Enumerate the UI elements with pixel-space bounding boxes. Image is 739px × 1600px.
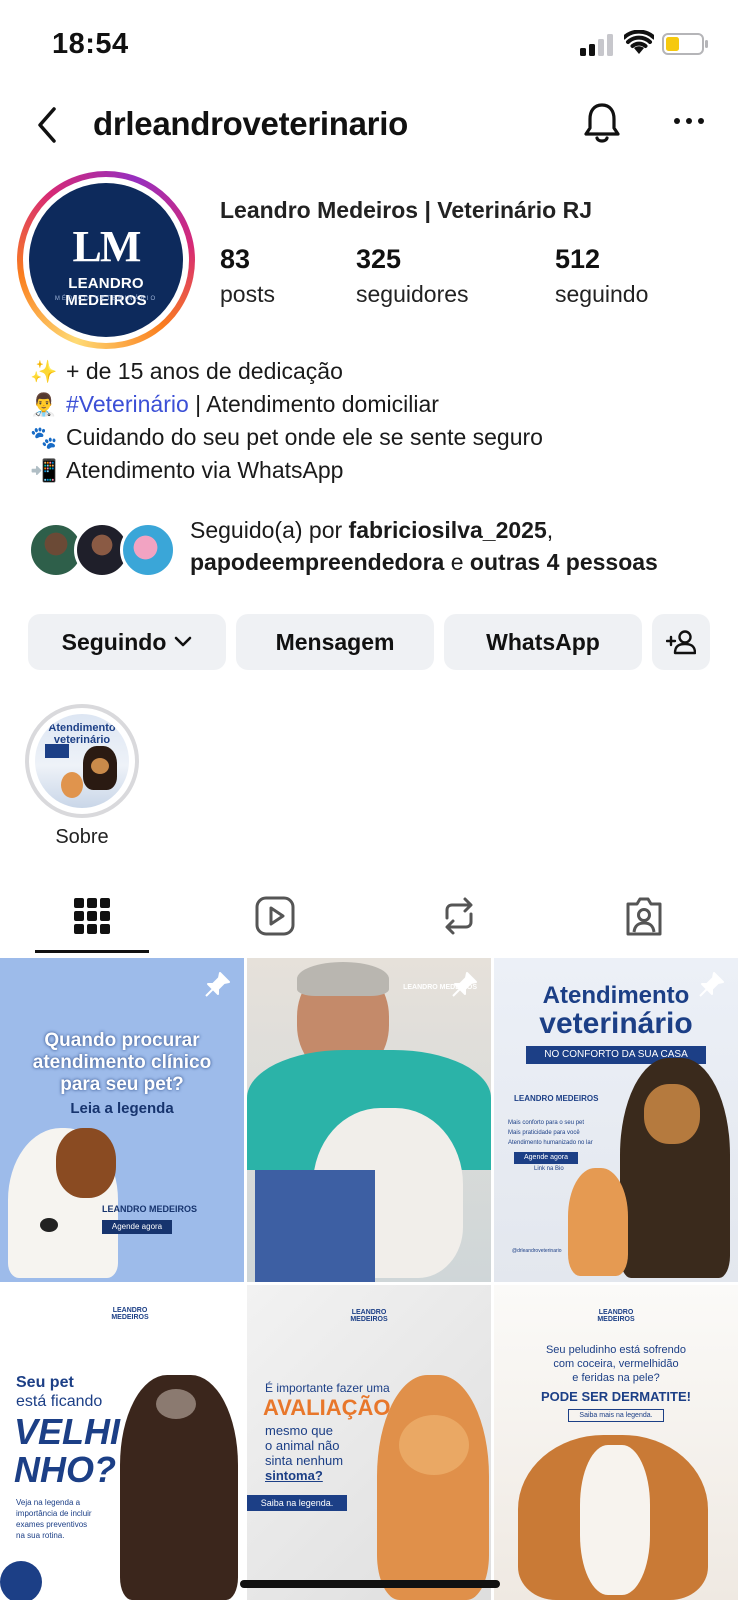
cellular-signal-icon (580, 34, 613, 56)
profile-header: drleandroveterinario (0, 95, 739, 155)
message-button[interactable]: Mensagem (236, 614, 434, 670)
status-bar: 18:54 (0, 0, 739, 90)
bio-line: 📲 Atendimento via WhatsApp (30, 454, 720, 487)
add-person-icon (666, 630, 696, 655)
notification-bell-icon[interactable] (582, 101, 622, 145)
cat-image (377, 1375, 489, 1600)
profile-bio: ✨ + de 15 anos de dedicação 👨‍⚕️ #Veteriná… (30, 355, 720, 487)
post-thumbnail[interactable]: LEANDRO MEDEIROS Seu peludinho está sofr… (494, 1285, 738, 1600)
follower-avatar (120, 522, 176, 578)
reels-tab-icon[interactable] (253, 894, 297, 938)
reposts-tab-icon[interactable] (437, 894, 481, 938)
cat-image (61, 772, 83, 798)
paw-prints-icon: 🐾 (30, 425, 58, 450)
stat-posts[interactable]: 83 posts (220, 244, 275, 308)
avatar-logo: LM LEANDRO MEDEIROS MÉDICO VETERINÁRIO (29, 183, 183, 337)
grid-tab-icon[interactable] (70, 894, 114, 938)
battery-icon (662, 33, 708, 55)
post-thumbnail[interactable]: LEANDRO MEDEIROS (247, 958, 491, 1282)
suggested-people-button[interactable] (652, 614, 710, 670)
chevron-down-icon (175, 636, 192, 647)
back-arrow-icon[interactable] (32, 105, 62, 145)
profile-full-name: Leandro Medeiros | Veterinário RJ (220, 197, 592, 223)
others-count[interactable]: outras 4 pessoas (470, 549, 658, 575)
profile-avatar[interactable]: LM LEANDRO MEDEIROS MÉDICO VETERINÁRIO (17, 171, 195, 349)
followed-by[interactable]: Seguido(a) por fabriciosilva_2025, papod… (28, 512, 728, 582)
bio-line: 🐾 Cuidando do seu pet onde ele se sente s… (30, 421, 720, 454)
tagged-tab-icon[interactable] (622, 894, 666, 938)
active-tab-indicator (35, 950, 149, 953)
highlight-label: Sobre (55, 826, 109, 848)
header-username: drleandroveterinario (93, 105, 408, 142)
highlight-sobre[interactable]: Atendimento veterinário (25, 704, 139, 818)
post-thumbnail[interactable]: Quando procurar atendimento clínico para… (0, 958, 244, 1282)
post-thumbnail[interactable]: Atendimento veterinário NO CONFORTO DA S… (494, 958, 738, 1282)
paw-decoration (0, 1561, 42, 1600)
following-button[interactable]: Seguindo (28, 614, 226, 670)
stat-following[interactable]: 512 seguindo (555, 244, 648, 308)
whatsapp-button[interactable]: WhatsApp (444, 614, 642, 670)
phone-arrow-icon: 📲 (30, 458, 58, 483)
status-time: 18:54 (52, 28, 129, 60)
stat-followers[interactable]: 325 seguidores (356, 244, 469, 308)
follower-username[interactable]: fabriciosilva_2025 (349, 517, 547, 543)
home-indicator (240, 1580, 500, 1588)
posts-grid: Quando procurar atendimento clínico para… (0, 958, 739, 1600)
bio-line: ✨ + de 15 anos de dedicação (30, 355, 720, 388)
pin-icon (699, 972, 724, 997)
pin-icon (205, 972, 230, 997)
highlight-cover: Atendimento veterinário (35, 714, 129, 808)
post-thumbnail[interactable]: LEANDRO MEDEIROS É importante fazer uma … (247, 1285, 491, 1600)
profile-tabs (0, 884, 739, 956)
post-thumbnail[interactable]: LEANDRO MEDEIROS Seu pet está ficando VE… (0, 1285, 244, 1600)
cat-image (568, 1168, 628, 1276)
bio-line: 👨‍⚕️ #Veterinário | Atendimento domicilia… (30, 388, 720, 421)
sparkles-icon: ✨ (30, 359, 58, 384)
more-options-icon[interactable] (672, 109, 706, 133)
follower-username[interactable]: papodeempreendedora (190, 549, 444, 575)
doctor-icon: 👨‍⚕️ (30, 392, 58, 417)
wifi-icon (624, 30, 654, 54)
hashtag-link[interactable]: #Veterinário (66, 391, 189, 417)
pin-icon (452, 972, 477, 997)
